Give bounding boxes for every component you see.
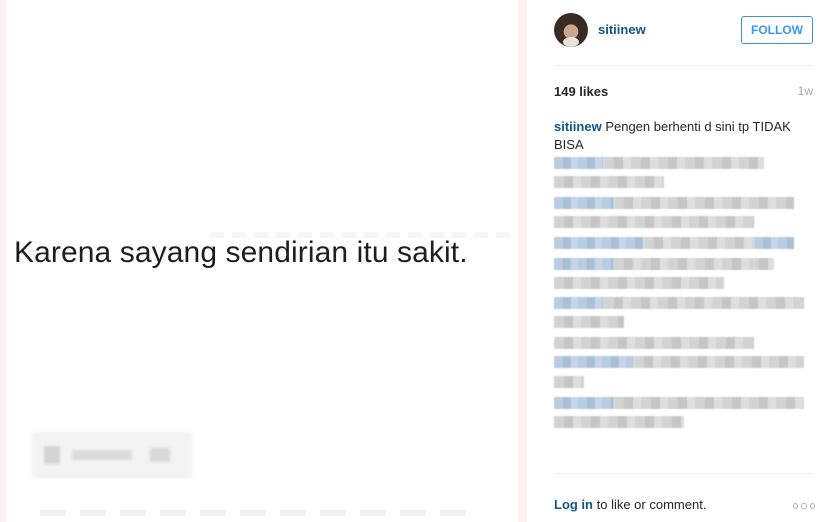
likes-count[interactable]: 149 likes (554, 84, 608, 99)
post-sidebar: sitiinew FOLLOW 149 likes 1w sitiinew Pe… (527, 0, 819, 522)
faint-footer-text (40, 510, 470, 516)
pixelated-comment (554, 258, 779, 294)
image-border-right (518, 0, 527, 522)
pixelated-comment (554, 397, 809, 433)
username-link[interactable]: sitiinew (598, 22, 646, 37)
pixelated-comment (554, 337, 804, 373)
follow-button[interactable]: FOLLOW (741, 16, 813, 44)
footer-divider (554, 473, 813, 474)
login-text: to like or comment. (593, 497, 707, 512)
more-options-icon[interactable] (793, 503, 815, 509)
post-image[interactable]: Karena sayang sendirian itu sakit. (0, 0, 527, 522)
header-divider (554, 65, 813, 66)
caption-username[interactable]: sitiinew (554, 119, 602, 134)
image-border-left (0, 0, 6, 522)
caption: sitiinew Pengen berhenti d sini tp TIDAK… (554, 118, 802, 154)
avatar[interactable] (554, 13, 588, 47)
login-link[interactable]: Log in (554, 497, 593, 512)
post-time[interactable]: 1w (798, 84, 813, 98)
post-image-quote: Karena sayang sendirian itu sakit. (14, 236, 468, 269)
pixelated-comment (554, 297, 809, 333)
pixelated-comment (554, 157, 769, 193)
pixelated-attribution (32, 432, 192, 478)
login-prompt: Log in to like or comment. (554, 497, 706, 512)
pixelated-comment (554, 197, 799, 233)
